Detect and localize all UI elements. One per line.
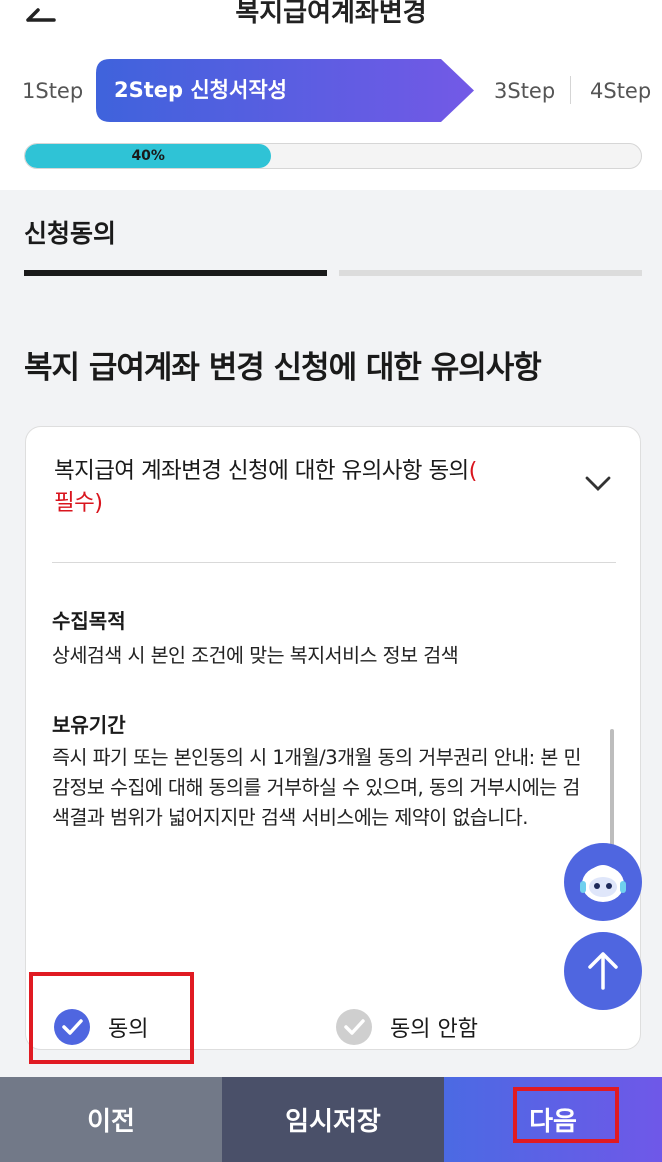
step-divider xyxy=(570,76,571,104)
progress-section: 40% xyxy=(0,122,662,190)
next-highlight-box xyxy=(513,1087,619,1143)
purpose-text: 상세검색 시 본인 조건에 맞는 복지서비스 정보 검색 xyxy=(52,644,459,667)
step-1: 1Step xyxy=(22,79,84,103)
temp-save-button[interactable]: 임시저장 xyxy=(222,1077,444,1162)
tab-indicator-inactive xyxy=(339,270,642,276)
prev-button[interactable]: 이전 xyxy=(0,1077,222,1162)
retention-label: 보유기간 xyxy=(52,713,126,737)
retention-text: 즉시 파기 또는 본인동의 시 1개월/3개월 동의 거부권리 안내: 본 민감… xyxy=(52,746,581,829)
step-2-active: 2Step 신청서작성 xyxy=(96,59,474,122)
required-open: ( xyxy=(468,458,478,484)
step-3: 3Step xyxy=(494,79,556,103)
tab-indicator-active xyxy=(24,270,327,276)
step-2-label: 2Step 신청서작성 xyxy=(114,78,287,102)
agree-highlight-box xyxy=(29,972,194,1064)
section-heading: 복지 급여계좌 변경 신청에 대한 유의사항 xyxy=(24,350,542,386)
page-title: 복지급여계좌변경 xyxy=(235,0,427,28)
chatbot-icon xyxy=(580,865,626,902)
progress-bar: 40% xyxy=(24,143,642,169)
consent-card: 복지급여 계좌변경 신청에 대한 유의사항 동의( 필수) 수집목적 상세검색 … xyxy=(25,426,641,1050)
card-divider xyxy=(52,562,616,563)
purpose-label: 수집목적 xyxy=(52,609,126,633)
step-4: 4Step xyxy=(590,79,652,103)
step-indicator: 1Step 2Step 신청서작성 3Step 4Step xyxy=(0,56,662,122)
arrow-up-icon xyxy=(588,952,618,990)
top-bar: 복지급여계좌변경 xyxy=(0,0,662,56)
scrollbar[interactable] xyxy=(610,729,614,859)
unchecked-circle-icon xyxy=(336,1009,372,1045)
progress-label: 40% xyxy=(131,148,165,164)
scroll-top-button[interactable] xyxy=(564,932,642,1010)
tab-consent[interactable]: 신청동의 xyxy=(24,214,116,250)
progress-fill: 40% xyxy=(25,144,272,168)
required-tag: 필수) xyxy=(54,490,103,516)
chatbot-button[interactable] xyxy=(564,843,642,921)
consent-title-text: 복지급여 계좌변경 신청에 대한 유의사항 동의 xyxy=(54,458,469,484)
disagree-option[interactable]: 동의 안함 xyxy=(336,1007,478,1047)
consent-title[interactable]: 복지급여 계좌변경 신청에 대한 유의사항 동의( 필수) xyxy=(54,455,574,519)
disagree-label: 동의 안함 xyxy=(390,1017,478,1042)
chevron-down-icon[interactable] xyxy=(584,473,612,493)
